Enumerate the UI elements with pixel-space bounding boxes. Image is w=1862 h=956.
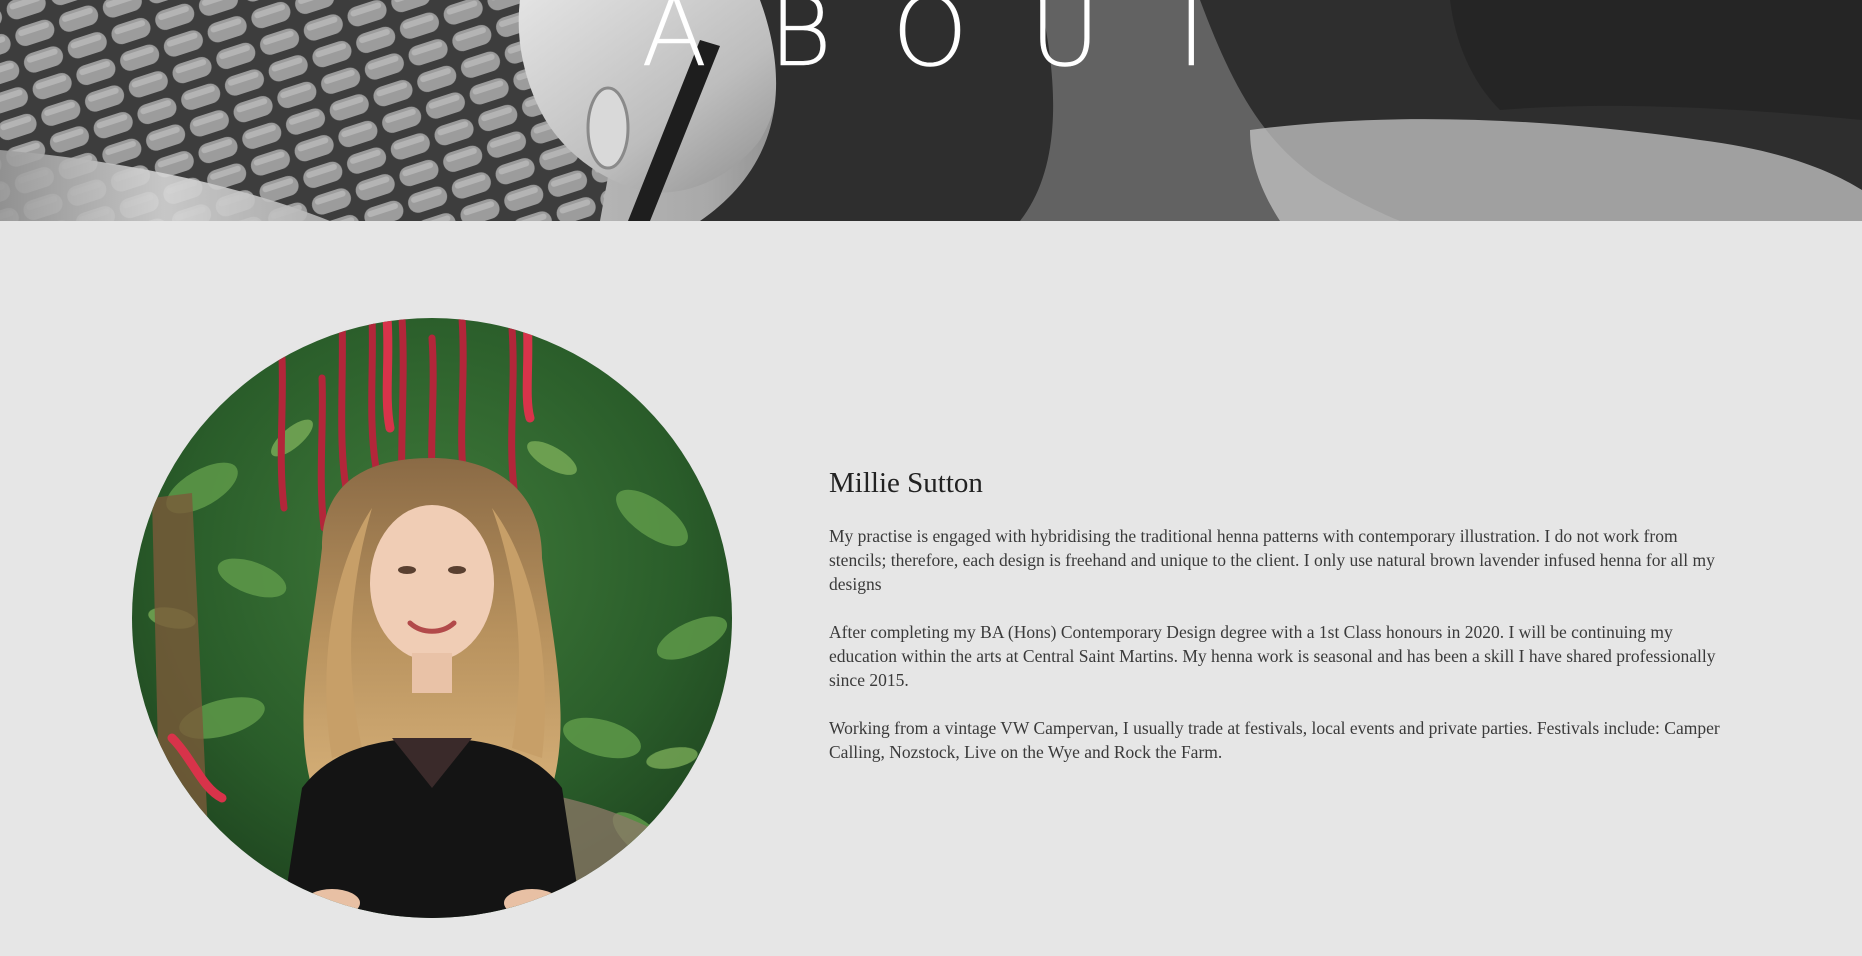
bio-paragraph-practice: My practise is engaged with hybridising …: [829, 526, 1715, 594]
hero-banner: ABOUT: [0, 0, 1862, 221]
artist-name: Millie Sutton: [829, 467, 983, 499]
profile-photo: [132, 318, 732, 918]
page-title: ABOUT: [641, 0, 1283, 88]
portrait-image: [132, 318, 732, 918]
bio-paragraph-trading: Working from a vintage VW Campervan, I u…: [829, 718, 1720, 762]
bio-section: Millie Sutton My practise is engaged wit…: [829, 462, 1729, 788]
bio-paragraph-education: After completing my BA (Hons) Contempora…: [829, 622, 1716, 690]
